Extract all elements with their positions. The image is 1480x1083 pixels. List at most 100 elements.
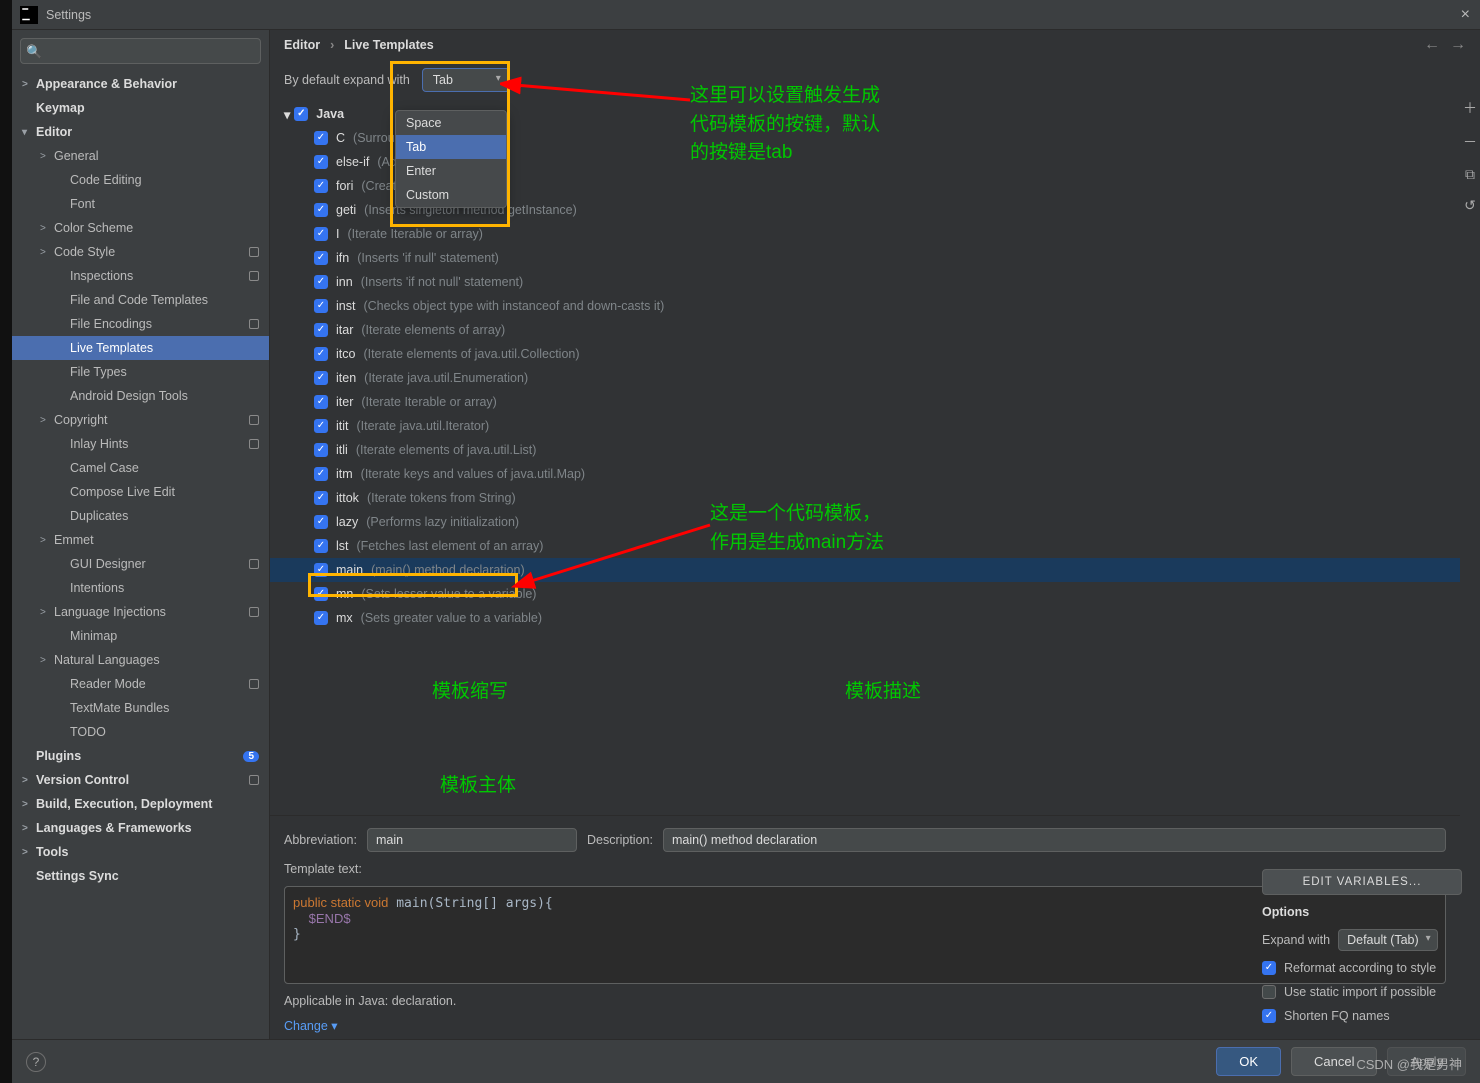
template-row[interactable]: mn(Sets lesser value to a variable) <box>270 582 1460 606</box>
template-checkbox[interactable] <box>314 179 328 193</box>
add-icon[interactable]: ＋ <box>1463 98 1477 118</box>
template-row[interactable]: itli(Iterate elements of java.util.List) <box>270 438 1460 462</box>
settings-tree-item[interactable]: >General <box>12 144 269 168</box>
settings-tree-item[interactable]: Font <box>12 192 269 216</box>
template-row[interactable]: lazy(Performs lazy initialization) <box>270 510 1460 534</box>
template-checkbox[interactable] <box>314 371 328 385</box>
settings-tree-item[interactable]: Settings Sync <box>12 864 269 888</box>
settings-tree-item[interactable]: ▾Editor <box>12 120 269 144</box>
template-checkbox[interactable] <box>314 131 328 145</box>
template-row[interactable]: I(Iterate Iterable or array) <box>270 222 1460 246</box>
template-row[interactable]: lst(Fetches last element of an array) <box>270 534 1460 558</box>
template-row[interactable]: iter(Iterate Iterable or array) <box>270 390 1460 414</box>
description-input[interactable] <box>663 828 1446 852</box>
settings-tree-item[interactable]: File and Code Templates <box>12 288 269 312</box>
settings-tree-item[interactable]: Live Templates <box>12 336 269 360</box>
settings-tree-item[interactable]: Inlay Hints <box>12 432 269 456</box>
template-row[interactable]: inn(Inserts 'if not null' statement) <box>270 270 1460 294</box>
settings-tree-item[interactable]: Duplicates <box>12 504 269 528</box>
template-row[interactable]: ifn(Inserts 'if null' statement) <box>270 246 1460 270</box>
settings-tree-item[interactable]: >Version Control <box>12 768 269 792</box>
dropdown-option[interactable]: Space <box>396 111 506 135</box>
settings-tree-item[interactable]: File Encodings <box>12 312 269 336</box>
settings-tree[interactable]: >Appearance & BehaviorKeymap▾Editor>Gene… <box>12 72 269 1039</box>
settings-tree-item[interactable]: >Build, Execution, Deployment <box>12 792 269 816</box>
template-checkbox[interactable] <box>314 227 328 241</box>
expand-with-select[interactable]: Default (Tab) <box>1338 929 1438 951</box>
remove-icon[interactable]: － <box>1463 132 1477 152</box>
template-checkbox[interactable] <box>314 539 328 553</box>
settings-tree-item[interactable]: Inspections <box>12 264 269 288</box>
template-row[interactable]: main(main() method declaration) <box>270 558 1460 582</box>
settings-tree-item[interactable]: Plugins5 <box>12 744 269 768</box>
edit-variables-button[interactable]: EDIT VARIABLES... <box>1262 869 1462 895</box>
default-expand-select[interactable]: Tab <box>422 68 510 92</box>
reformat-checkbox[interactable] <box>1262 961 1276 975</box>
template-row[interactable]: mx(Sets greater value to a variable) <box>270 606 1460 630</box>
settings-tree-item[interactable]: >Natural Languages <box>12 648 269 672</box>
settings-tree-item[interactable]: TODO <box>12 720 269 744</box>
change-context-link[interactable]: Change ▾ <box>284 1018 338 1033</box>
dropdown-option[interactable]: Enter <box>396 159 506 183</box>
template-checkbox[interactable] <box>314 203 328 217</box>
template-row[interactable]: iten(Iterate java.util.Enumeration) <box>270 366 1460 390</box>
dropdown-option[interactable]: Tab <box>396 135 506 159</box>
settings-tree-item[interactable]: >Appearance & Behavior <box>12 72 269 96</box>
nav-forward-icon[interactable]: → <box>1450 36 1466 54</box>
restore-icon[interactable]: ↺ <box>1464 197 1476 214</box>
help-icon[interactable]: ? <box>26 1052 46 1072</box>
template-checkbox[interactable] <box>314 323 328 337</box>
template-checkbox[interactable] <box>314 515 328 529</box>
settings-tree-item[interactable]: Android Design Tools <box>12 384 269 408</box>
template-checkbox[interactable] <box>314 611 328 625</box>
settings-tree-item[interactable]: File Types <box>12 360 269 384</box>
static-import-checkbox[interactable] <box>1262 985 1276 999</box>
template-checkbox[interactable] <box>314 347 328 361</box>
template-row[interactable]: inst(Checks object type with instanceof … <box>270 294 1460 318</box>
template-checkbox[interactable] <box>314 155 328 169</box>
group-checkbox[interactable] <box>294 107 308 121</box>
settings-tree-item[interactable]: Reader Mode <box>12 672 269 696</box>
template-checkbox[interactable] <box>314 419 328 433</box>
settings-tree-item[interactable]: >Tools <box>12 840 269 864</box>
template-checkbox[interactable] <box>314 467 328 481</box>
template-checkbox[interactable] <box>314 251 328 265</box>
template-row[interactable]: itm(Iterate keys and values of java.util… <box>270 462 1460 486</box>
copy-icon[interactable]: ⧉ <box>1465 166 1475 183</box>
settings-tree-item[interactable]: Code Editing <box>12 168 269 192</box>
settings-tree-item[interactable]: >Language Injections <box>12 600 269 624</box>
ok-button[interactable]: OK <box>1216 1047 1281 1076</box>
template-checkbox[interactable] <box>314 395 328 409</box>
settings-tree-item[interactable]: >Code Style <box>12 240 269 264</box>
template-checkbox[interactable] <box>314 299 328 313</box>
settings-tree-item[interactable]: >Emmet <box>12 528 269 552</box>
template-checkbox[interactable] <box>314 443 328 457</box>
abbreviation-input[interactable] <box>367 828 577 852</box>
template-checkbox[interactable] <box>314 563 328 577</box>
settings-tree-item[interactable]: Camel Case <box>12 456 269 480</box>
expand-dropdown-popup[interactable]: SpaceTabEnterCustom <box>395 110 507 208</box>
dropdown-option[interactable]: Custom <box>396 183 506 207</box>
template-row[interactable]: itco(Iterate elements of java.util.Colle… <box>270 342 1460 366</box>
template-checkbox[interactable] <box>314 275 328 289</box>
settings-tree-item[interactable]: GUI Designer <box>12 552 269 576</box>
shorten-fq-checkbox[interactable] <box>1262 1009 1276 1023</box>
settings-tree-item[interactable]: >Languages & Frameworks <box>12 816 269 840</box>
settings-tree-item[interactable]: Minimap <box>12 624 269 648</box>
settings-tree-item[interactable]: Compose Live Edit <box>12 480 269 504</box>
settings-tree-item[interactable]: Keymap <box>12 96 269 120</box>
tree-item-label: Code Style <box>54 245 249 259</box>
settings-tree-item[interactable]: TextMate Bundles <box>12 696 269 720</box>
template-checkbox[interactable] <box>314 587 328 601</box>
settings-tree-item[interactable]: Intentions <box>12 576 269 600</box>
template-abbr: ittok <box>336 491 359 505</box>
close-icon[interactable]: × <box>1461 6 1470 24</box>
template-row[interactable]: itit(Iterate java.util.Iterator) <box>270 414 1460 438</box>
template-row[interactable]: itar(Iterate elements of array) <box>270 318 1460 342</box>
settings-tree-item[interactable]: >Color Scheme <box>12 216 269 240</box>
template-checkbox[interactable] <box>314 491 328 505</box>
nav-back-icon[interactable]: ← <box>1424 36 1440 54</box>
settings-tree-item[interactable]: >Copyright <box>12 408 269 432</box>
settings-search-input[interactable] <box>20 38 261 64</box>
template-row[interactable]: ittok(Iterate tokens from String) <box>270 486 1460 510</box>
